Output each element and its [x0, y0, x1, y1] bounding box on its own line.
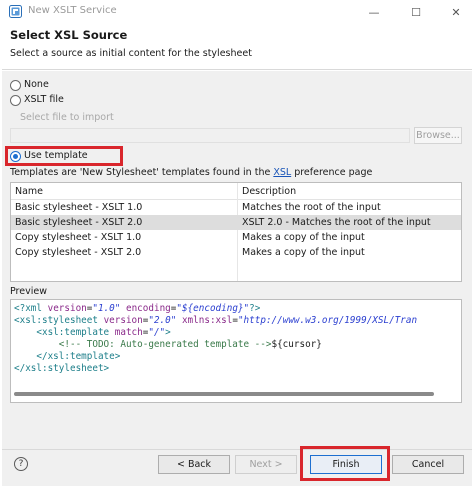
radio-xslt-file-label[interactable]: XSLT file [24, 94, 64, 105]
code-token: "2.0" [148, 315, 177, 326]
window-title: New XSLT Service [28, 5, 117, 16]
code-line: </xsl:stylesheet> [14, 363, 109, 375]
code-token: "${encoding}" [176, 303, 250, 314]
code-line: <xsl:stylesheet version="2.0" xmlns:xsl=… [14, 315, 417, 327]
radio-none[interactable] [10, 80, 21, 91]
back-button[interactable]: < Back [158, 455, 230, 474]
code-token: > [165, 327, 171, 338]
row-description: Makes a copy of the input [242, 232, 365, 243]
row-description: Matches the root of the input [242, 202, 381, 213]
code-token: <xsl:template [14, 327, 115, 338]
code-token: <xsl:stylesheet [14, 315, 104, 326]
close-icon: ✕ [451, 5, 461, 19]
table-row[interactable]: Basic stylesheet - XSLT 1.0 Matches the … [11, 200, 461, 215]
preview-pane[interactable]: <?xml version="1.0" encoding="${encoding… [10, 299, 462, 403]
code-token: "1.0" [92, 303, 121, 314]
code-line: </xsl:template> [14, 351, 120, 363]
code-token: ${cursor} [271, 339, 322, 350]
row-name: Copy stylesheet - XSLT 2.0 [15, 247, 142, 258]
minimize-button[interactable]: — [360, 2, 388, 22]
file-path-input[interactable] [10, 128, 410, 143]
code-token: match [114, 327, 143, 338]
radio-use-template-label[interactable]: Use template [24, 150, 88, 161]
code-token: encoding [120, 303, 171, 314]
radio-use-template[interactable] [10, 151, 21, 162]
minimize-icon: — [368, 5, 380, 19]
column-header-description[interactable]: Description [238, 183, 461, 200]
close-button[interactable]: ✕ [442, 2, 470, 22]
code-line: <?xml version="1.0" encoding="${encoding… [14, 303, 260, 315]
maximize-icon: ☐ [411, 5, 421, 19]
templates-caption-suffix: preference page [291, 167, 373, 178]
maximize-button[interactable]: ☐ [402, 2, 430, 22]
table-row[interactable]: Copy stylesheet - XSLT 1.0 Makes a copy … [11, 230, 461, 245]
code-token: ?> [249, 303, 261, 314]
page-title: Select XSL Source [10, 28, 128, 42]
templates-caption: Templates are 'New Stylesheet' templates… [10, 167, 372, 178]
code-token: xmlns:xsl [176, 315, 233, 326]
code-token: version [47, 303, 87, 314]
xsl-preference-link[interactable]: XSL [273, 167, 291, 178]
radio-xslt-file[interactable] [10, 95, 21, 106]
code-token: version [103, 315, 143, 326]
row-description: XSLT 2.0 - Matches the root of the input [242, 217, 431, 228]
code-token: "/" [148, 327, 166, 338]
code-token: <!-- TODO: Auto-generated template --> [14, 339, 272, 350]
finish-button[interactable]: Finish [310, 455, 382, 474]
page-description: Select a source as initial content for t… [10, 48, 252, 59]
help-icon[interactable]: ? [14, 457, 28, 471]
select-file-label: Select file to import [20, 112, 114, 123]
radio-none-label[interactable]: None [24, 79, 49, 90]
cancel-button[interactable]: Cancel [392, 455, 464, 474]
browse-button[interactable]: Browse... [414, 127, 462, 144]
templates-caption-text: Templates are 'New Stylesheet' templates… [10, 167, 274, 178]
code-line: <!-- TODO: Auto-generated template -->${… [14, 339, 322, 351]
code-line: <xsl:template match="/"> [14, 327, 171, 339]
row-name: Basic stylesheet - XSLT 2.0 [15, 217, 143, 228]
row-name: Basic stylesheet - XSLT 1.0 [15, 202, 143, 213]
next-button[interactable]: Next > [235, 455, 297, 474]
column-header-name[interactable]: Name [11, 183, 238, 200]
preview-label: Preview [10, 286, 47, 297]
code-token: </xsl:stylesheet> [14, 363, 110, 374]
code-token: </xsl:template> [14, 351, 121, 362]
table-row-selected[interactable]: Basic stylesheet - XSLT 2.0 XSLT 2.0 - M… [11, 215, 461, 230]
row-name: Copy stylesheet - XSLT 1.0 [15, 232, 142, 243]
row-description: Makes a copy of the input [242, 247, 365, 258]
templates-table[interactable]: Name Description Basic stylesheet - XSLT… [10, 182, 462, 282]
preview-horizontal-scrollbar[interactable] [14, 392, 434, 396]
app-icon [9, 5, 22, 18]
code-token: <?xml [14, 303, 48, 314]
table-row[interactable]: Copy stylesheet - XSLT 2.0 Makes a copy … [11, 245, 461, 260]
code-token: "http://www.w3.org/1999/XSL/Tran [237, 315, 418, 326]
